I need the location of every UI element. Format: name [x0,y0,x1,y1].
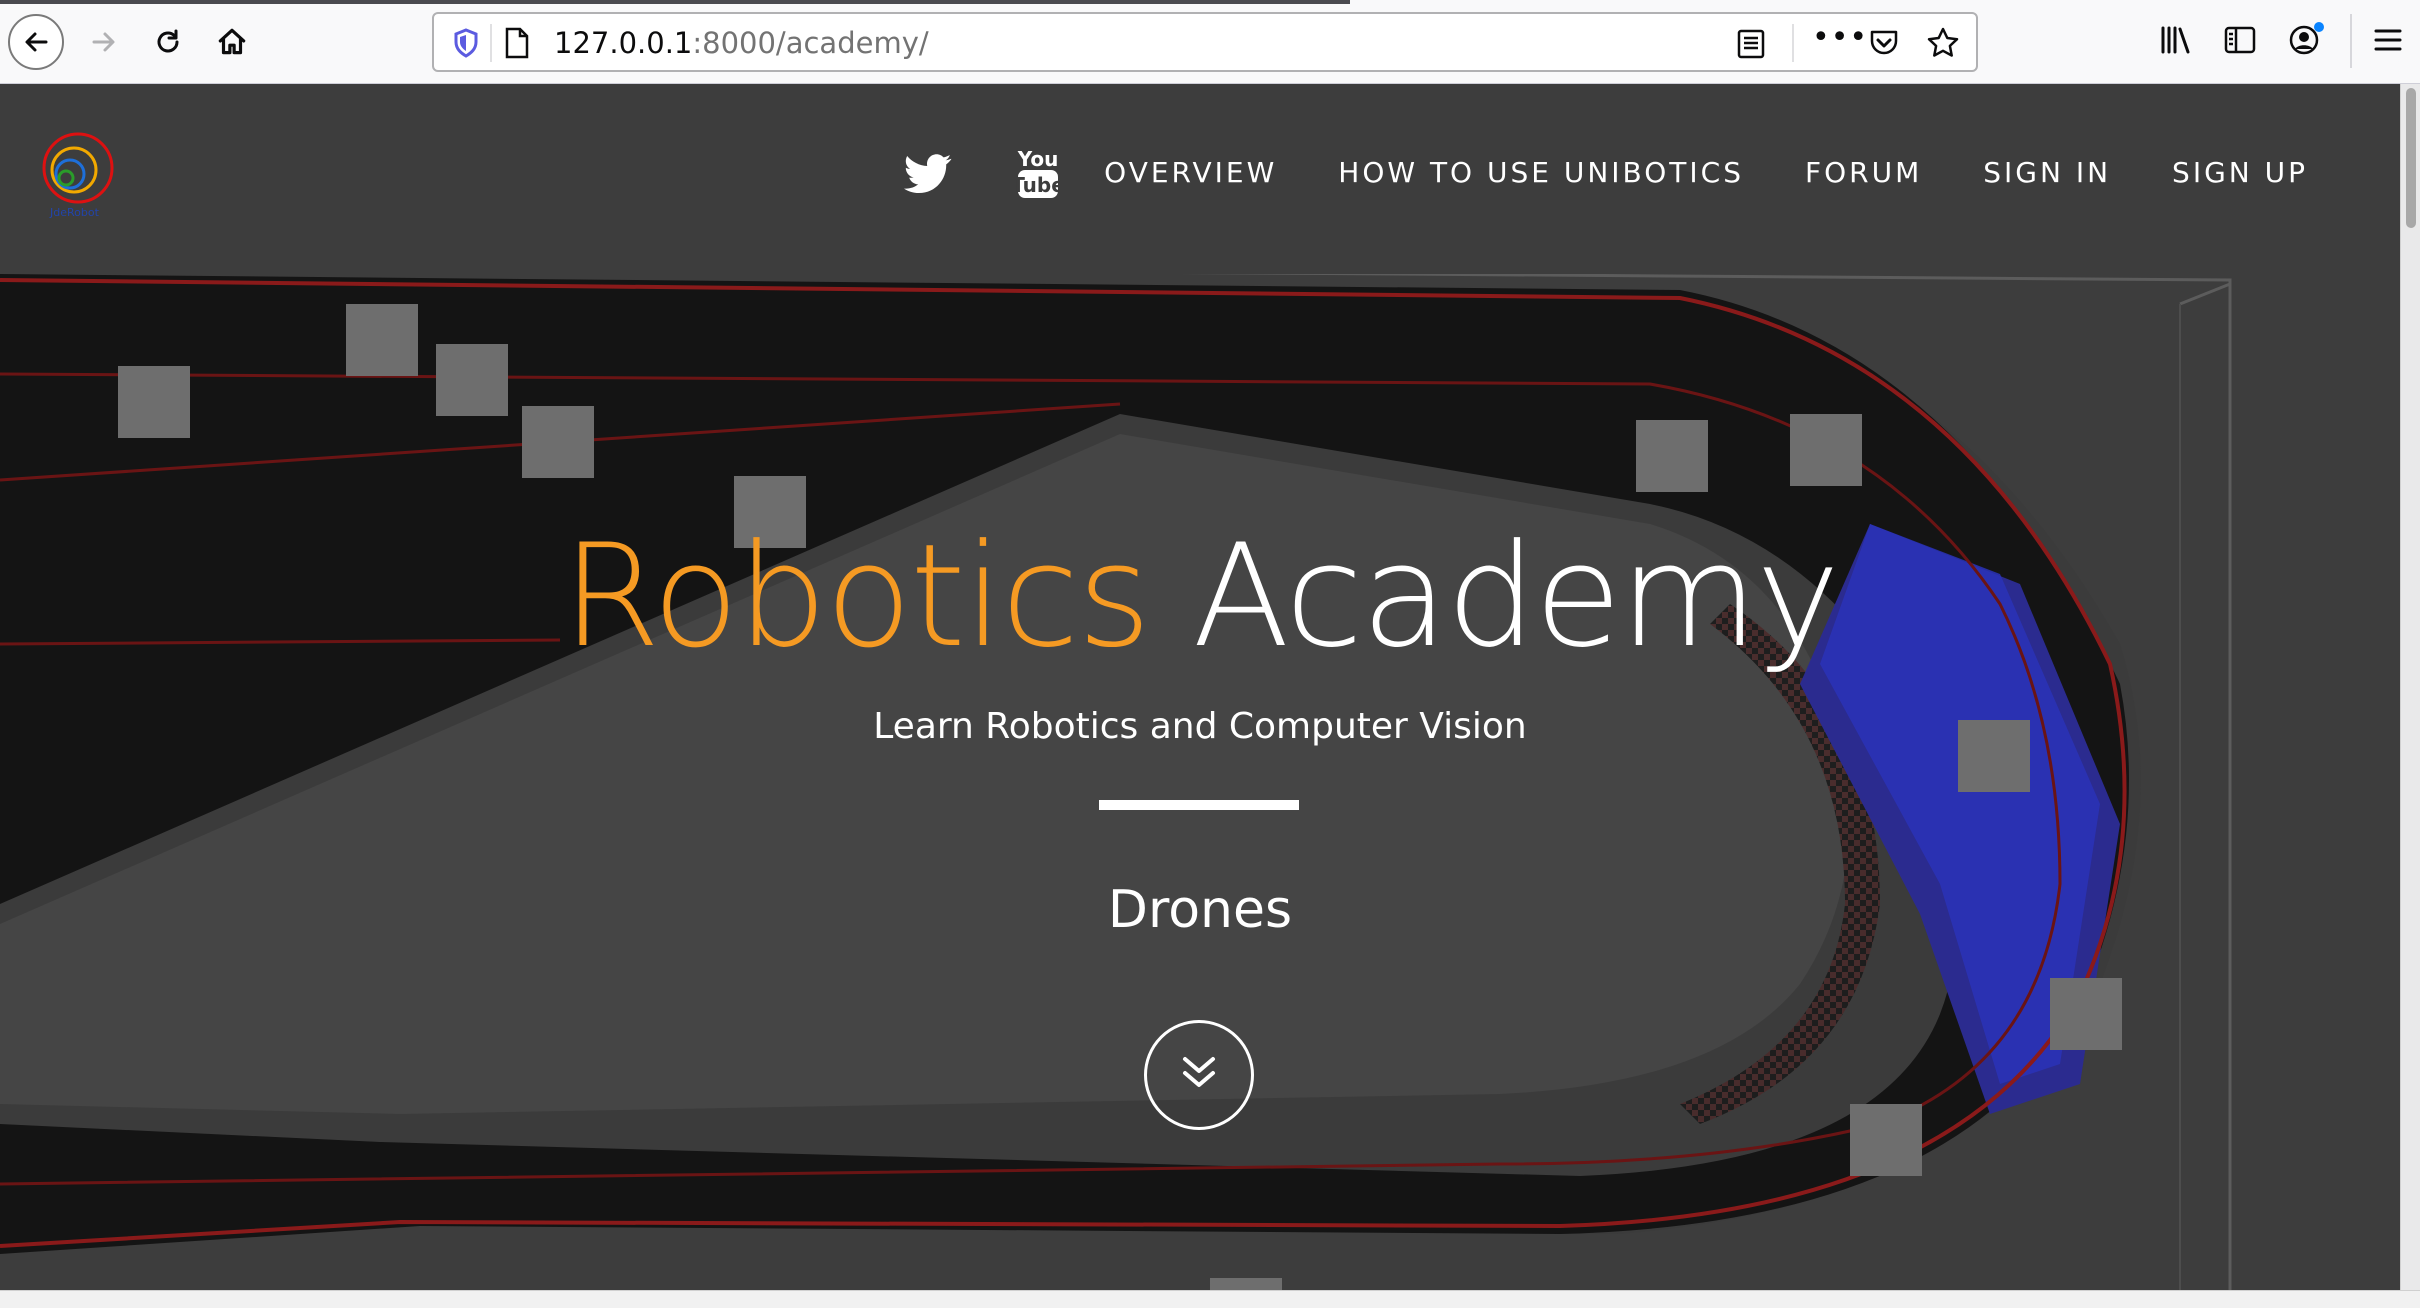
page-viewport: JdeRobot You Tube OVERVIEW HOW TO USE UN… [0,84,2400,1290]
bottom-border [0,1290,2420,1308]
nav-link-overview[interactable]: OVERVIEW [1104,156,1277,189]
back-button[interactable] [8,14,64,70]
site-logo[interactable] [40,132,120,212]
address-bar[interactable]: 127.0.0.1:8000/academy/ ••• [432,12,1978,72]
hero-title: Robotics Academy [0,526,2400,668]
reload-icon [152,26,184,58]
url-path: :8000/academy/ [692,26,929,60]
url-host: 127.0.0.1 [554,26,693,60]
home-button[interactable] [204,14,260,70]
forward-button[interactable] [76,14,132,70]
hero-divider [1099,800,1299,810]
forward-icon [88,26,120,58]
active-tab-indicator [0,0,1350,4]
menu-button[interactable] [2366,20,2410,64]
browser-toolbar: 127.0.0.1:8000/academy/ ••• [0,0,2420,84]
double-chevron-down-icon [1177,1053,1221,1097]
twitter-icon[interactable] [904,154,952,198]
address-separator [490,24,492,62]
logo-text: JdeRobot [50,206,99,219]
pocket-icon[interactable] [1868,28,1900,62]
nav-link-how-to-use[interactable]: HOW TO USE UNIBOTICS [1338,156,1744,189]
url-text[interactable]: 127.0.0.1:8000/academy/ [554,26,929,60]
hero-title-main: Academy [1192,514,1840,679]
page-icon[interactable] [502,26,532,64]
reload-button[interactable] [140,14,196,70]
menu-icon [2373,27,2403,57]
nav-links: OVERVIEW HOW TO USE UNIBOTICS FORUM SIGN… [1043,156,2308,189]
scrollbar-thumb[interactable] [2406,88,2416,228]
nav-link-forum[interactable]: FORUM [1805,156,1922,189]
page-scrollbar[interactable] [2400,84,2420,1290]
more-icon[interactable]: ••• [1812,20,1868,55]
hero-rotating-text: Drones [1107,880,1293,940]
hero-title-accent: Robotics [561,514,1151,679]
reader-view-icon[interactable] [1736,28,1766,64]
star-icon[interactable] [1926,26,1960,64]
library-icon [2159,25,2193,59]
library-button[interactable] [2154,20,2198,64]
home-icon [215,25,249,59]
hero-subtitle: Learn Robotics and Computer Vision [873,706,1527,747]
back-icon [20,26,52,58]
toolbar-separator [2350,14,2352,68]
shield-icon[interactable] [452,28,480,62]
nav-link-sign-up[interactable]: SIGN UP [2172,156,2308,189]
sidebar-button[interactable] [2218,20,2262,64]
nav-link-sign-in[interactable]: SIGN IN [1983,156,2111,189]
scroll-down-button[interactable] [1144,1020,1254,1130]
address-separator-2 [1792,24,1794,62]
jderobot-logo-icon [42,132,114,204]
sidebar-icon [2223,25,2257,59]
account-button[interactable] [2282,20,2326,64]
notification-dot [2314,22,2324,32]
site-navbar: JdeRobot You Tube OVERVIEW HOW TO USE UN… [0,84,2400,274]
